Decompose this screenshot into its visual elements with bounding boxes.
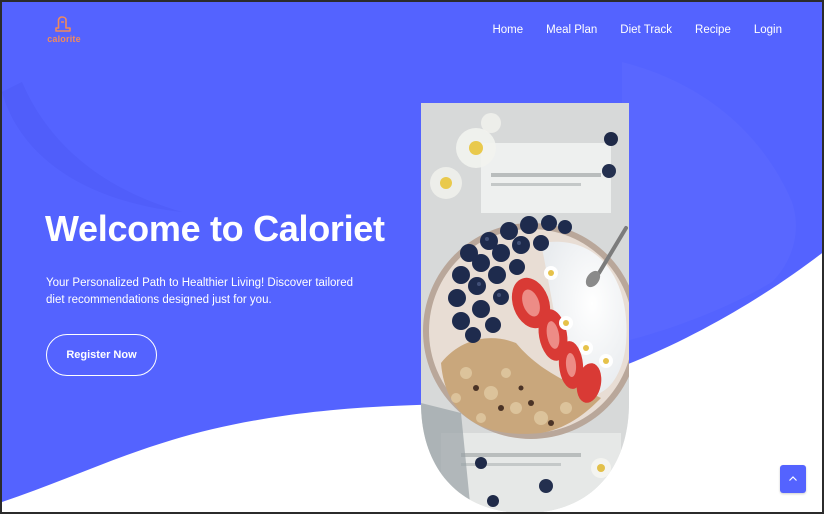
logo-icon	[55, 16, 71, 32]
logo[interactable]: calorite	[44, 16, 84, 50]
page: calorite Home Meal Plan Diet Track Recip…	[0, 0, 824, 514]
food-bowl-photo	[421, 103, 629, 512]
hero-title: Welcome to Caloriet	[45, 208, 385, 249]
navbar: calorite Home Meal Plan Diet Track Recip…	[2, 2, 822, 64]
chevron-up-icon	[789, 476, 797, 481]
logo-text: calorite	[47, 34, 81, 44]
nav-recipe[interactable]: Recipe	[695, 24, 731, 36]
hero-background	[2, 2, 822, 502]
nav-diet-track[interactable]: Diet Track	[620, 24, 672, 36]
nav-links: Home Meal Plan Diet Track Recipe Login	[469, 24, 782, 36]
register-now-button[interactable]: Register Now	[46, 334, 157, 376]
nav-meal-plan[interactable]: Meal Plan	[546, 24, 597, 36]
nav-home[interactable]: Home	[492, 24, 523, 36]
back-to-top-button[interactable]	[780, 465, 806, 493]
hero-subtitle: Your Personalized Path to Healthier Livi…	[46, 277, 354, 306]
nav-login[interactable]: Login	[754, 24, 782, 36]
